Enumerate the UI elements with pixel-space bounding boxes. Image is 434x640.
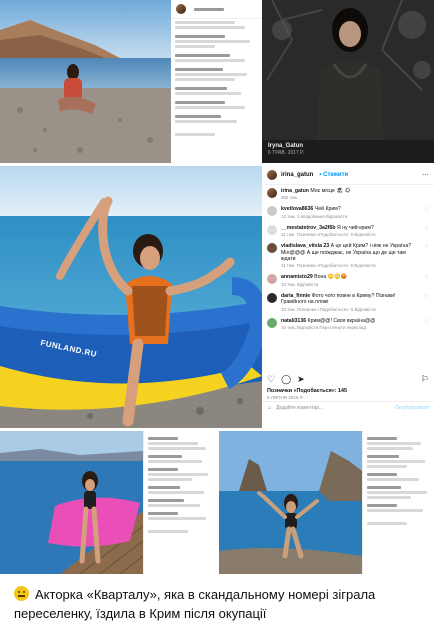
comment-meta: 10 тиж. Відповісти [281,281,319,287]
photo-caption-date: 6 ТРАВ. 2017 Р. [268,150,304,156]
follow-button[interactable]: • Стежити [319,172,348,178]
avatar[interactable] [267,224,277,235]
comment-meta: 10 тиж. Позначки «Подобається»: 6 Відпов… [281,306,376,312]
comment-user[interactable]: vladislava_vitsla 23 [281,243,329,249]
comment-item: __mestatetrov_3a2f6b Я ну чий-крим? 11 т… [262,222,434,240]
avatar[interactable] [267,188,277,198]
comment-meta: 392 тиж. [281,195,299,201]
comment-user[interactable]: daria_finnie [281,293,310,299]
dark-portrait-photo [262,0,434,140]
instagram-comments-panel-mini-2 [362,431,434,574]
comment-user[interactable]: natali3136 [281,318,306,324]
publish-button[interactable]: Опублікувати [395,405,429,411]
like-heart-icon[interactable]: ♡ [425,244,429,250]
add-comment-input[interactable]: Додайте коментар... [276,405,323,411]
comment-user[interactable]: __mestatetrov_3a2f6b [281,225,336,231]
comment-meta: 10 тиж. Відповісти Переглянути переклад [281,325,366,331]
smiley-icon[interactable]: ☺ [267,405,272,411]
top-left-screenshot [0,0,262,163]
comments-list: irina_gatun Моє місце 🏖 ☀ 392 тиж. kvetl… [262,185,434,333]
comment-item: daria_finnie Фото чого повне в Криму? Пі… [262,290,434,315]
more-options-icon[interactable]: ⋯ [422,171,429,179]
comment-item: natali3136 Крим@@! Своя вкраїна@@ 10 тиж… [262,315,434,333]
comment-icon[interactable]: ◯ [281,374,291,385]
share-icon[interactable]: ➤ [297,374,305,385]
caption-text: Акторка «Кварталу», яка в скандальному н… [14,587,376,621]
comment-text: Моє місце 🏖 ☀ [310,188,351,194]
top-right-screenshot: Iryna_Gatun 6 ТРАВ. 2017 Р. [262,0,434,163]
post-header: irina_gatun • Стежити ⋯ [262,166,434,185]
bottom-right-screenshot [219,431,434,574]
avatar[interactable] [267,274,277,285]
rocks-yoga-photo [219,431,362,574]
comment-meta: 11 тиж. Позначки «Подобається»: 6 Відпов… [281,263,376,269]
post-actions: ♡ ◯ ➤ ⚐ [262,371,434,388]
avatar[interactable] [267,317,277,328]
comment-item: annamisto29 Вона 🙄🙄😡 10 тиж. Відповісти … [262,271,434,289]
pier-towel-photo [0,431,143,574]
instagram-comments-panel-small [171,0,262,163]
caption-bar: Акторка «Кварталу», яка в скандальному н… [0,575,434,640]
avatar[interactable] [267,292,277,303]
main-post-screenshot: FUNLAND.RU irina_gatun • Стежити ⋯ irina… [0,166,434,428]
like-heart-icon[interactable]: ♡ [425,226,429,232]
instagram-comments-panel-mini [143,431,215,574]
neutral-face-emoji-icon [14,586,29,601]
comment-text: Я ну чий-крим? [336,224,374,231]
photo-caption-name: Iryna_Gatun [268,143,304,149]
caption-block: Акторка «Кварталу», яка в скандальному н… [14,585,420,623]
comment-item: irina_gatun Моє місце 🏖 ☀ 392 тиж. [262,185,434,203]
photo-caption-block: Iryna_Gatun 6 ТРАВ. 2017 Р. [268,143,304,156]
like-heart-icon[interactable]: ♡ [425,275,429,281]
bookmark-icon[interactable]: ⚐ [421,374,429,385]
like-heart-icon[interactable]: ♡ [425,319,429,325]
avatar[interactable] [267,170,277,180]
post-username[interactable]: irina_gatun [281,172,313,178]
banana-boat-photo: FUNLAND.RU [0,166,262,428]
like-heart-icon[interactable]: ♡ [425,294,429,300]
comment-text: Чей Крим? [314,206,341,213]
avatar[interactable] [267,243,277,254]
avatar [176,4,186,14]
add-comment-bar: ☺ Додайте коментар... Опублікувати [262,401,434,414]
beach-yoga-photo [0,0,171,163]
post-date: 6 ЛИПНЯ 2015 Р. [267,395,304,400]
instagram-comments-panel: irina_gatun • Стежити ⋯ irina_gatun Моє … [262,166,434,428]
comment-item: kvetlova8636 Чей Крим? 12 тиж. 1 вподоба… [262,203,434,221]
comment-item: vladislava_vitsla 23 А це цей Крим? і ні… [262,240,434,271]
avatar[interactable] [267,206,277,217]
comment-meta: 11 тиж. Позначки «Подобається»: 6 Відпов… [281,232,376,238]
comment-text: Крим@@! Своя вкраїна@@ [307,317,376,324]
bottom-left-screenshot [0,431,215,574]
heart-icon[interactable]: ♡ [267,374,275,385]
post-footer: ♡ ◯ ➤ ⚐ Позначки «Подобається»: 145 6 ЛИ… [262,371,434,414]
comment-user[interactable]: kvetlova8636 [281,206,313,212]
like-heart-icon[interactable]: ♡ [425,207,429,213]
comment-meta: 12 тиж. 1 вподобання Відповісти [281,213,348,219]
comment-user[interactable]: annamisto29 [281,274,313,280]
comment-text: Вона 🙄🙄😡 [314,274,348,281]
panel-header [171,0,262,19]
comment-user[interactable]: irina_gatun [281,188,309,194]
